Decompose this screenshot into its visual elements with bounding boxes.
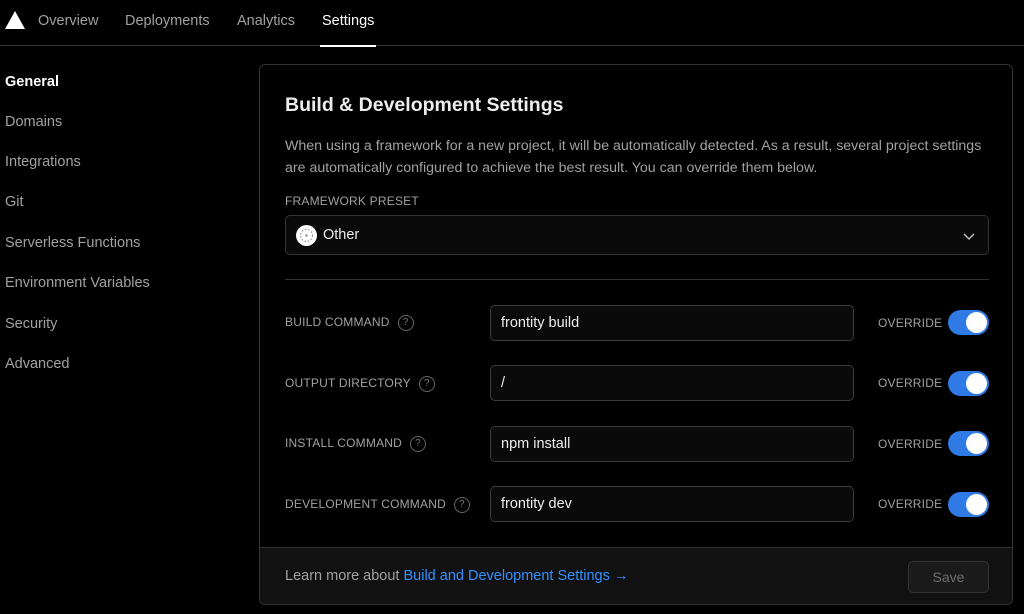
chevron-down-icon [963, 233, 975, 241]
top-navigation: Overview Deployments Analytics Settings [0, 0, 1024, 47]
build-command-label: BUILD COMMAND? [285, 315, 414, 331]
development-command-label: DEVELOPMENT COMMAND? [285, 497, 470, 513]
sidebar-item-integrations[interactable]: Integrations [5, 154, 81, 170]
card-description: When using a framework for a new project… [285, 138, 982, 176]
framework-preset-label: FRAMEWORK PRESET [285, 194, 419, 208]
tab-deployments[interactable]: Deployments [125, 0, 210, 46]
footer-learn-more: Learn more about Build and Development S… [285, 568, 629, 584]
development-command-override-label: OVERRIDE [878, 497, 943, 511]
save-button[interactable]: Save [908, 561, 989, 593]
install-command-override-label: OVERRIDE [878, 437, 943, 451]
section-divider [285, 279, 989, 280]
build-command-override-label: OVERRIDE [878, 316, 943, 330]
install-command-label: INSTALL COMMAND? [285, 436, 427, 452]
settings-sidebar: General Domains Integrations Git Serverl… [0, 46, 240, 614]
build-settings-card: Build & Development Settings When using … [259, 64, 1013, 605]
output-directory-override-toggle[interactable] [948, 371, 989, 396]
card-footer: Learn more about Build and Development S… [260, 547, 1012, 604]
help-circle-icon[interactable]: ? [418, 376, 435, 392]
help-circle-icon[interactable]: ? [410, 436, 427, 452]
framework-preset-value: Other [323, 227, 360, 243]
sidebar-item-serverless-functions[interactable]: Serverless Functions [5, 235, 140, 251]
sidebar-item-general[interactable]: General [5, 74, 59, 90]
card-title: Build & Development Settings [285, 94, 564, 116]
help-circle-icon[interactable]: ? [397, 315, 414, 331]
framework-other-icon [296, 225, 317, 246]
development-command-input[interactable] [490, 486, 854, 522]
tab-settings[interactable]: Settings [319, 0, 377, 47]
install-command-override-toggle[interactable] [948, 431, 989, 456]
sidebar-item-environment-variables[interactable]: Environment Variables [5, 275, 150, 291]
install-command-input[interactable] [490, 426, 854, 462]
triangle-logo-icon[interactable] [5, 11, 25, 29]
build-command-input[interactable] [490, 305, 854, 341]
build-command-override-toggle[interactable] [948, 310, 989, 335]
build-settings-docs-link[interactable]: Build and Development Settings → [404, 568, 629, 584]
tab-overview[interactable]: Overview [38, 0, 98, 46]
help-circle-icon[interactable]: ? [453, 497, 470, 513]
sidebar-item-git[interactable]: Git [5, 194, 24, 210]
development-command-override-toggle[interactable] [948, 492, 989, 517]
tab-analytics[interactable]: Analytics [237, 0, 295, 46]
sidebar-item-domains[interactable]: Domains [5, 114, 62, 130]
output-directory-input[interactable] [490, 365, 854, 401]
output-directory-override-label: OVERRIDE [878, 376, 943, 390]
sidebar-item-security[interactable]: Security [5, 316, 57, 332]
sidebar-item-advanced[interactable]: Advanced [5, 356, 70, 372]
output-directory-label: OUTPUT DIRECTORY? [285, 376, 435, 392]
framework-preset-select[interactable]: Other [285, 215, 989, 255]
